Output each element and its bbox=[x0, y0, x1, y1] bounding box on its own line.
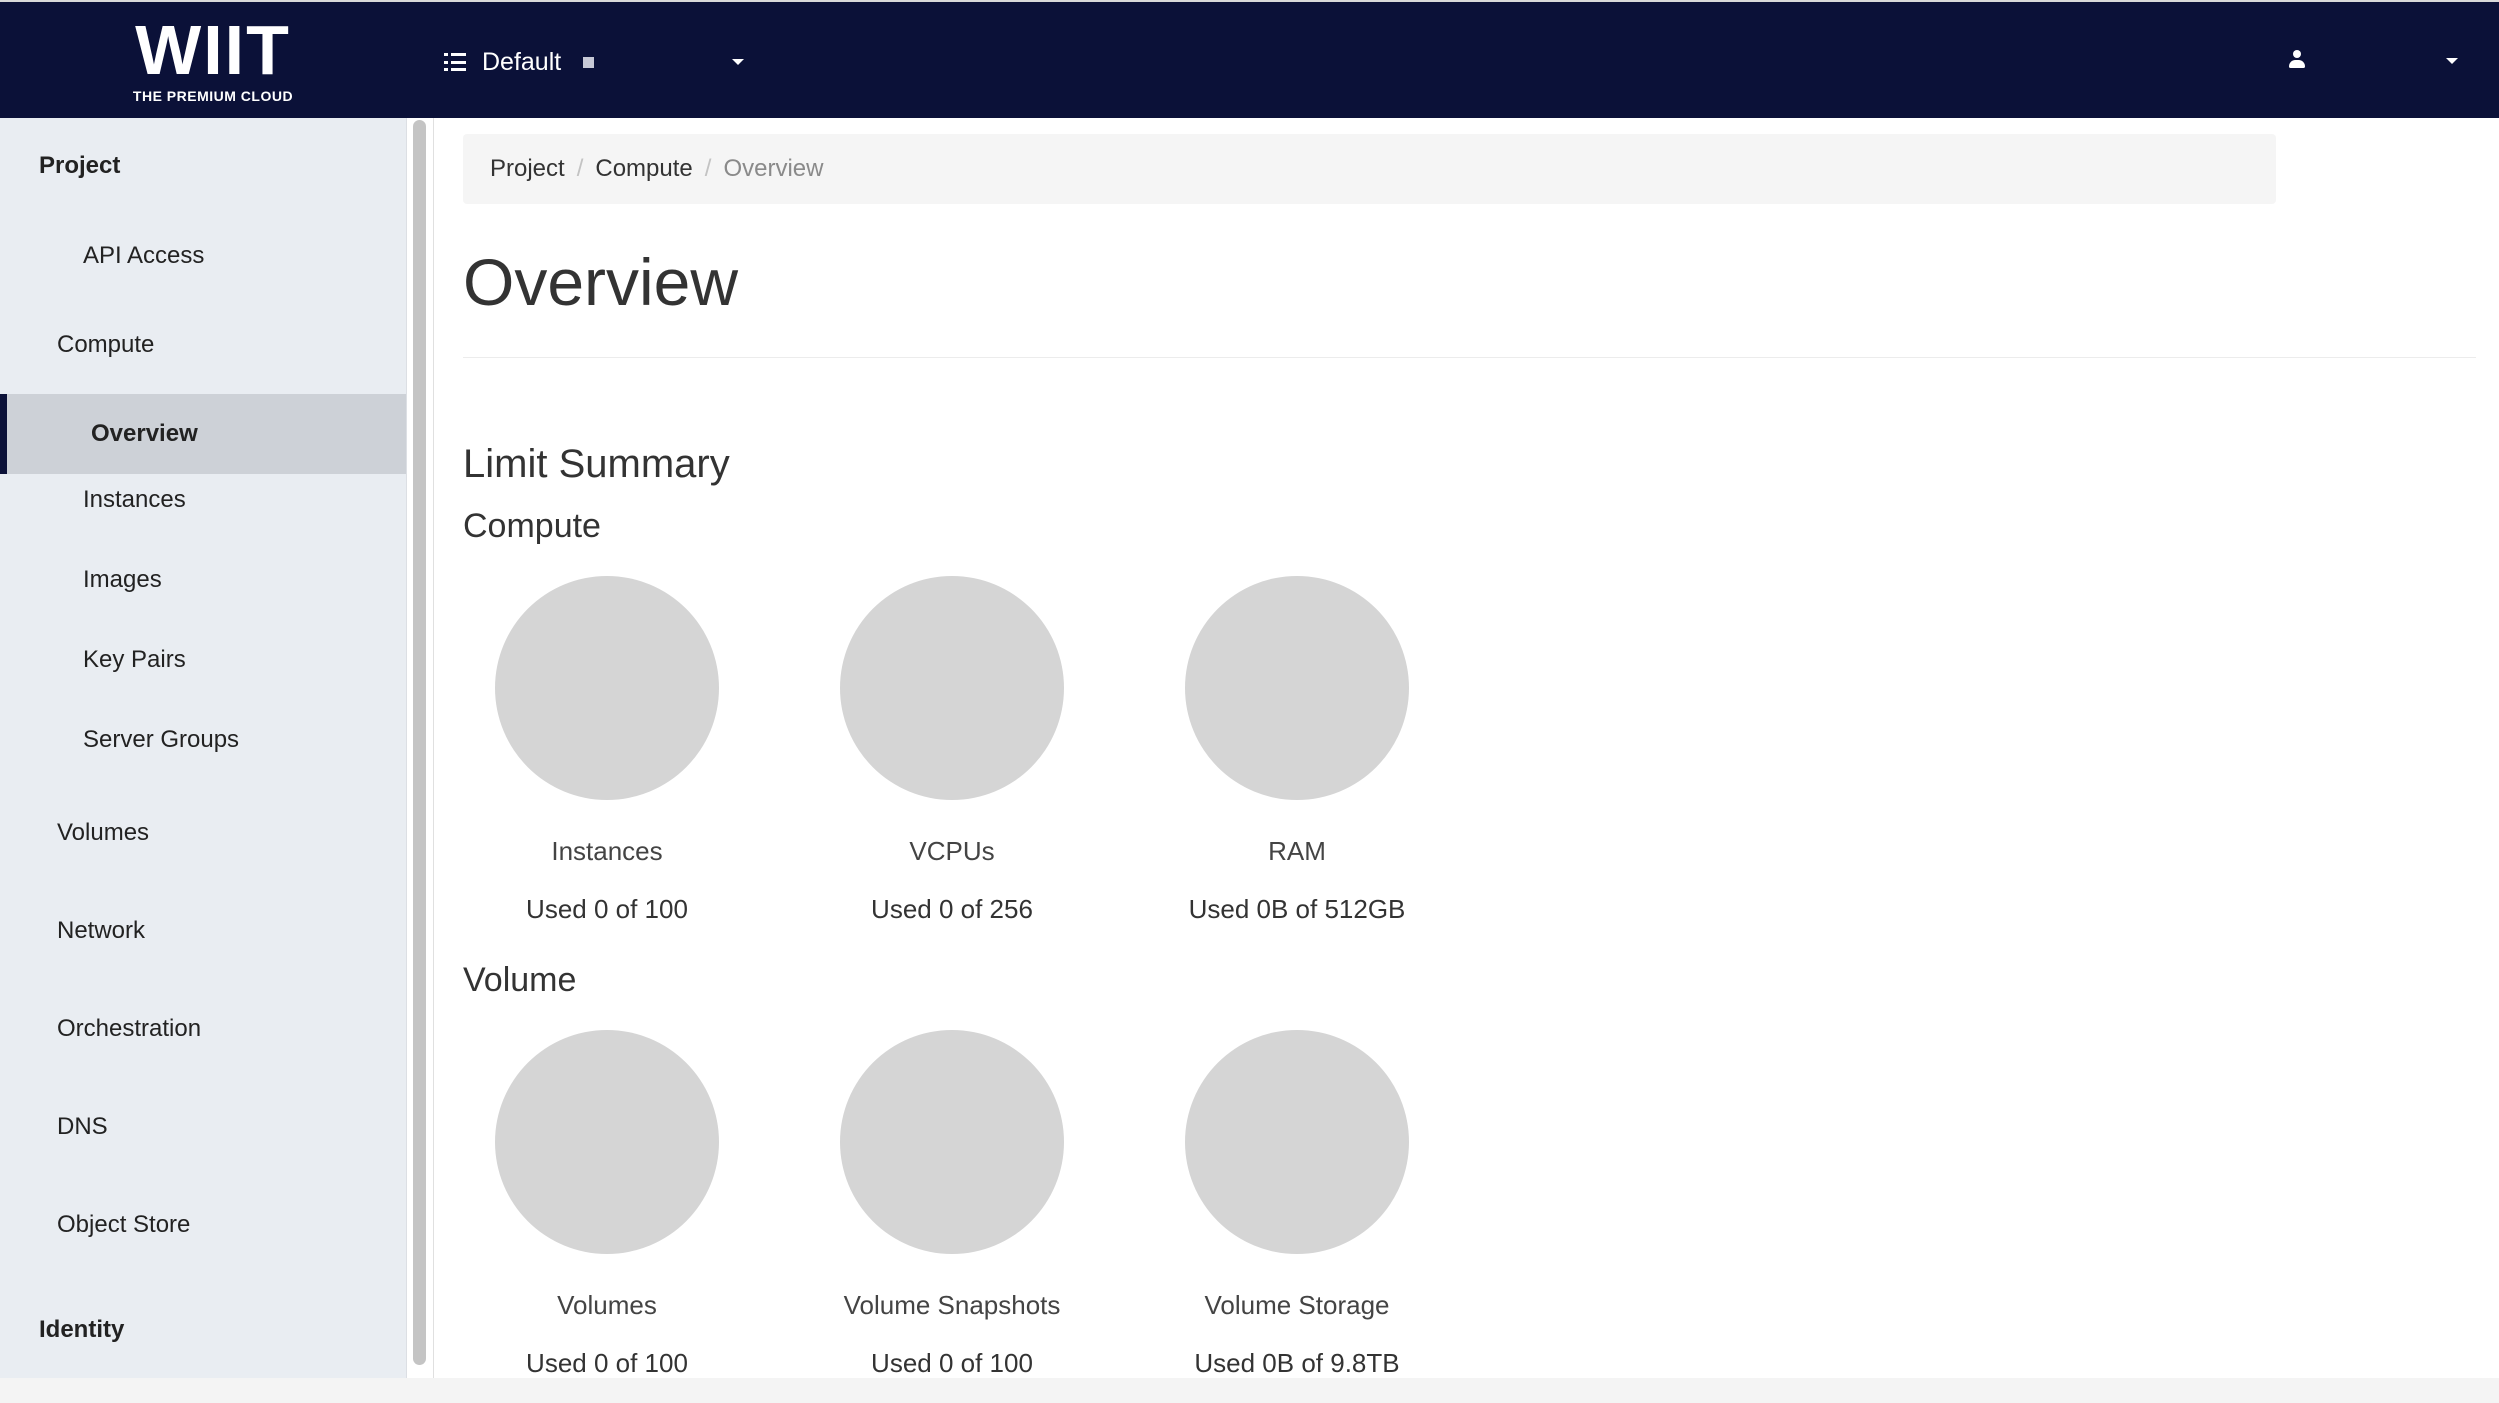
sidebar-item-label: Project bbox=[39, 152, 121, 179]
sidebar-item-identity[interactable]: Identity bbox=[0, 1304, 406, 1356]
sidebar-item-label: Volumes bbox=[57, 819, 150, 846]
limit-chart-vcpus: VCPUs Used 0 of 256 bbox=[782, 576, 1122, 925]
breadcrumb-project[interactable]: Project bbox=[490, 155, 565, 183]
title-divider bbox=[463, 357, 2476, 358]
sidebar-item-label: Server Groups bbox=[83, 726, 240, 753]
pie-chart[interactable] bbox=[840, 576, 1064, 800]
project-status-square bbox=[583, 56, 595, 68]
sidebar-item-api-access[interactable]: API Access bbox=[0, 230, 406, 282]
limit-chart-ram: RAM Used 0B of 512GB bbox=[1127, 576, 1467, 925]
sidebar-item-orchestration[interactable]: Orchestration bbox=[0, 1003, 406, 1055]
compute-limits-heading: Compute bbox=[463, 507, 601, 545]
chart-title: VCPUs bbox=[909, 836, 995, 866]
limit-chart-volumes: Volumes Used 0 of 100 bbox=[437, 1030, 777, 1379]
chevron-down-icon bbox=[2446, 58, 2458, 64]
chart-title: Instances bbox=[551, 836, 663, 866]
chart-usage-text: Used 0 of 100 bbox=[871, 1348, 1033, 1378]
sidebar-divider bbox=[433, 118, 434, 1403]
pie-chart[interactable] bbox=[1185, 1030, 1409, 1254]
sidebar-item-label: Object Store bbox=[57, 1211, 191, 1238]
user-menu-dropdown[interactable] bbox=[2280, 42, 2460, 82]
project-picker-label: Default bbox=[482, 47, 562, 76]
sidebar-nav: Project API Access Compute Overview Instance… bbox=[0, 118, 407, 1378]
sidebar-scrollbar[interactable] bbox=[411, 120, 428, 1365]
logo-wordmark: WIIT bbox=[135, 11, 291, 89]
scrollbar-thumb[interactable] bbox=[413, 120, 426, 1365]
pie-chart[interactable] bbox=[495, 576, 719, 800]
logo-tagline: THE PREMIUM CLOUD bbox=[132, 88, 294, 104]
limit-chart-volume-storage: Volume Storage Used 0B of 9.8TB bbox=[1127, 1030, 1467, 1379]
sidebar-item-label: Orchestration bbox=[57, 1015, 202, 1042]
sidebar-item-volumes[interactable]: Volumes bbox=[0, 807, 406, 859]
breadcrumb-separator: / bbox=[704, 155, 712, 182]
sidebar-item-label: Key Pairs bbox=[83, 646, 186, 673]
chart-usage-text: Used 0B of 9.8TB bbox=[1194, 1348, 1400, 1378]
sidebar-item-compute[interactable]: Compute bbox=[0, 319, 406, 371]
chart-title: Volume Storage bbox=[1204, 1290, 1390, 1320]
sidebar-item-label: Images bbox=[83, 566, 162, 593]
sidebar-item-instances[interactable]: Instances bbox=[0, 474, 406, 526]
pie-chart[interactable] bbox=[840, 1030, 1064, 1254]
sidebar-item-label: Network bbox=[57, 917, 146, 944]
sidebar-item-network[interactable]: Network bbox=[0, 905, 406, 957]
breadcrumb: Project / Compute / Overview bbox=[463, 134, 2276, 204]
chart-title: RAM bbox=[1268, 836, 1326, 866]
page-title: Overview bbox=[463, 245, 739, 319]
chart-usage-text: Used 0 of 100 bbox=[526, 894, 688, 924]
top-navbar: WIIT THE PREMIUM CLOUD Default bbox=[0, 0, 2499, 118]
limit-chart-volume-snapshots: Volume Snapshots Used 0 of 100 bbox=[782, 1030, 1122, 1379]
breadcrumb-separator: / bbox=[576, 155, 584, 182]
limit-chart-instances: Instances Used 0 of 100 bbox=[437, 576, 777, 925]
chart-usage-text: Used 0B of 512GB bbox=[1188, 894, 1406, 924]
sidebar-item-label: DNS bbox=[57, 1113, 108, 1140]
sidebar-item-label: Identity bbox=[39, 1316, 125, 1343]
sidebar-item-server-groups[interactable]: Server Groups bbox=[0, 714, 406, 766]
sidebar-item-images[interactable]: Images bbox=[0, 554, 406, 606]
limit-summary-heading: Limit Summary bbox=[463, 442, 730, 486]
pie-chart[interactable] bbox=[495, 1030, 719, 1254]
sidebar-item-overview[interactable]: Overview bbox=[0, 394, 406, 474]
sidebar-item-label: Compute bbox=[57, 331, 155, 358]
list-icon bbox=[444, 53, 466, 71]
sidebar-item-object-store[interactable]: Object Store bbox=[0, 1199, 406, 1251]
user-icon bbox=[2288, 50, 2306, 70]
sidebar-item-label: Instances bbox=[83, 486, 186, 513]
chart-usage-text: Used 0 of 100 bbox=[526, 1348, 688, 1378]
project-picker-dropdown[interactable]: Default bbox=[444, 40, 744, 84]
volume-limits-heading: Volume bbox=[463, 961, 577, 999]
breadcrumb-current: Overview bbox=[723, 155, 824, 182]
chart-usage-text: Used 0 of 256 bbox=[871, 894, 1033, 924]
sidebar-item-label: API Access bbox=[83, 242, 205, 269]
sidebar-item-label: Overview bbox=[91, 420, 198, 447]
breadcrumb-compute[interactable]: Compute bbox=[595, 155, 692, 183]
window-bottom-edge bbox=[0, 1378, 2499, 1403]
sidebar-item-key-pairs[interactable]: Key Pairs bbox=[0, 634, 406, 686]
sidebar-item-dns[interactable]: DNS bbox=[0, 1101, 406, 1153]
chart-title: Volumes bbox=[557, 1290, 657, 1320]
chevron-down-icon bbox=[732, 59, 744, 65]
sidebar-item-project[interactable]: Project bbox=[0, 140, 406, 192]
chart-title: Volume Snapshots bbox=[843, 1290, 1061, 1320]
brand-logo[interactable]: WIIT THE PREMIUM CLOUD bbox=[128, 14, 298, 106]
pie-chart[interactable] bbox=[1185, 576, 1409, 800]
